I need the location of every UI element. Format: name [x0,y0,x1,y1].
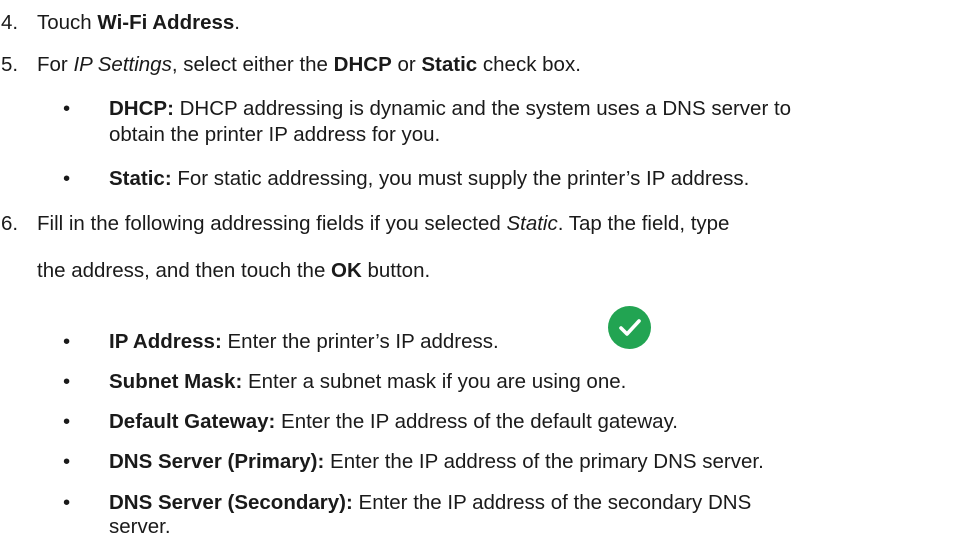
step-text-segment: . Tap the field, type [557,212,730,235]
instruction-document: 4. Touch Wi-Fi Address. 5. For IP Settin… [0,0,970,538]
bullet-term: IP Address: [109,330,222,353]
bullet-description: For static addressing, you must supply t… [177,167,750,190]
bullet-description-continued: server. [109,515,171,538]
step-term-ip-settings: IP Settings [73,53,172,76]
bullet-text: IP Address: Enter the printer’s IP addre… [109,330,499,354]
bullet-term: DNS Server (Secondary): [109,491,353,514]
bullet-text: DNS Server (Secondary): Enter the IP add… [109,491,751,515]
bullet-description: Enter the IP address of the default gate… [281,410,678,433]
bullet-marker: • [63,97,71,120]
bullet-description: Enter the IP address of the secondary DN… [358,491,752,514]
step-text-segment: Fill in the following addressing fields … [37,212,507,235]
bullet-text: DNS Server (Primary): Enter the IP addre… [109,450,764,474]
bullet-description: Enter the printer’s IP address. [227,330,499,353]
step-term-static: Static [421,53,478,76]
bullet-term: DNS Server (Primary): [109,450,325,473]
bullet-description: Enter the IP address of the primary DNS … [330,450,764,473]
step-term-ok: OK [331,259,362,282]
bullet-marker: • [63,410,71,433]
step-text: the address, and then touch the OK butto… [37,259,430,283]
bullet-text: Default Gateway: Enter the IP address of… [109,410,678,434]
step-number: 4. [1,11,19,34]
step-text-segment: button. [361,259,431,282]
bullet-description-continued: obtain the printer IP address for you. [109,123,441,146]
step-number: 6. [1,212,19,235]
bullet-term: Static: [109,167,172,190]
step-term-dhcp: DHCP [333,53,392,76]
step-text-segment: check box. [477,53,581,76]
bullet-marker: • [63,330,71,353]
step-text-segment: Touch [37,11,98,34]
bullet-marker: • [63,450,71,473]
bullet-marker: • [63,167,71,190]
bullet-text: Static: For static addressing, you must … [109,167,749,191]
bullet-text: DHCP: DHCP addressing is dynamic and the… [109,97,791,121]
bullet-term: Default Gateway: [109,410,276,433]
checkmark-icon [619,319,641,336]
bullet-marker: • [63,370,71,393]
step-text-segment: . [234,11,240,34]
step-text-segment: , select either the [171,53,334,76]
bullet-description: DHCP addressing is dynamic and the syste… [179,97,792,120]
bullet-term: DHCP: [109,97,174,120]
step-number: 5. [1,53,19,76]
step-text: Fill in the following addressing fields … [37,212,729,236]
step-text-segment: or [391,53,422,76]
step-text-segment: For [37,53,74,76]
step-text-segment: the address, and then touch the [37,259,332,282]
bullet-description: Enter a subnet mask if you are using one… [247,370,627,393]
bullet-term: Subnet Mask: [109,370,243,393]
step-term-wifi-address: Wi-Fi Address [97,11,235,34]
bullet-marker: • [63,491,71,514]
check-circle-icon [608,306,651,349]
bullet-text: Subnet Mask: Enter a subnet mask if you … [109,370,626,394]
step-text: For IP Settings, select either the DHCP … [37,53,581,77]
step-text: Touch Wi-Fi Address. [37,11,240,35]
step-term-static: Static [506,212,558,235]
